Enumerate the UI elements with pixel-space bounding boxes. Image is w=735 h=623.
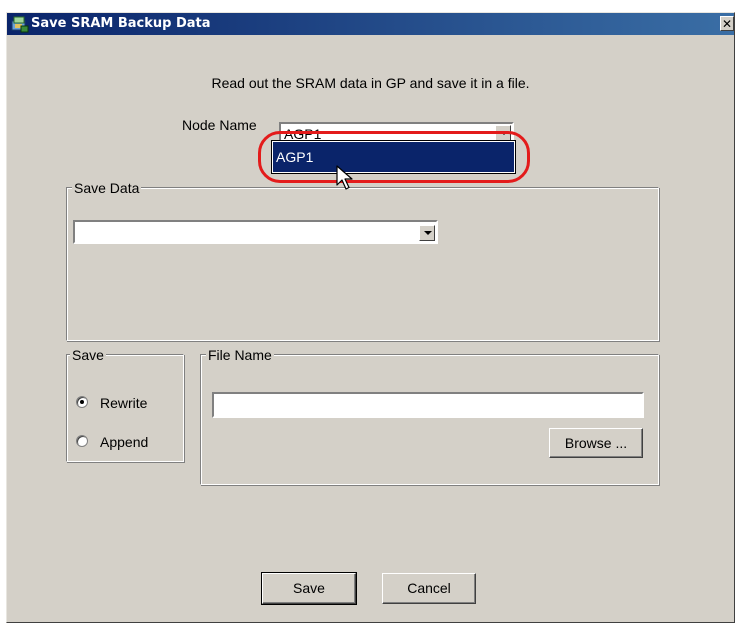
rewrite-label: Rewrite [100,395,148,411]
highlight-outline [258,131,530,183]
title-bar[interactable]: Save SRAM Backup Data ✕ [7,13,734,35]
radio-unchecked-icon[interactable] [76,435,88,447]
browse-button[interactable]: Browse ... [549,428,643,458]
save-data-combo[interactable] [73,220,438,244]
window-title: Save SRAM Backup Data [31,16,211,31]
save-button[interactable]: Save [261,572,357,605]
close-icon[interactable]: ✕ [720,16,734,31]
save-data-group-label: Save Data [72,180,142,196]
node-name-label: Node Name [182,117,257,133]
file-name-group [200,354,659,485]
file-name-group-label: File Name [206,347,274,363]
mouse-pointer-icon [336,165,356,193]
sram-backup-icon [11,15,29,33]
append-label: Append [100,434,149,450]
save-data-group [66,187,659,341]
radio-checked-icon[interactable] [76,396,88,408]
cancel-button[interactable]: Cancel [382,573,476,604]
instruction-text: Read out the SRAM data in GP and save it… [211,75,530,91]
save-mode-group-label: Save [70,347,106,363]
chevron-down-icon[interactable] [419,225,435,241]
file-name-input[interactable] [212,392,644,418]
